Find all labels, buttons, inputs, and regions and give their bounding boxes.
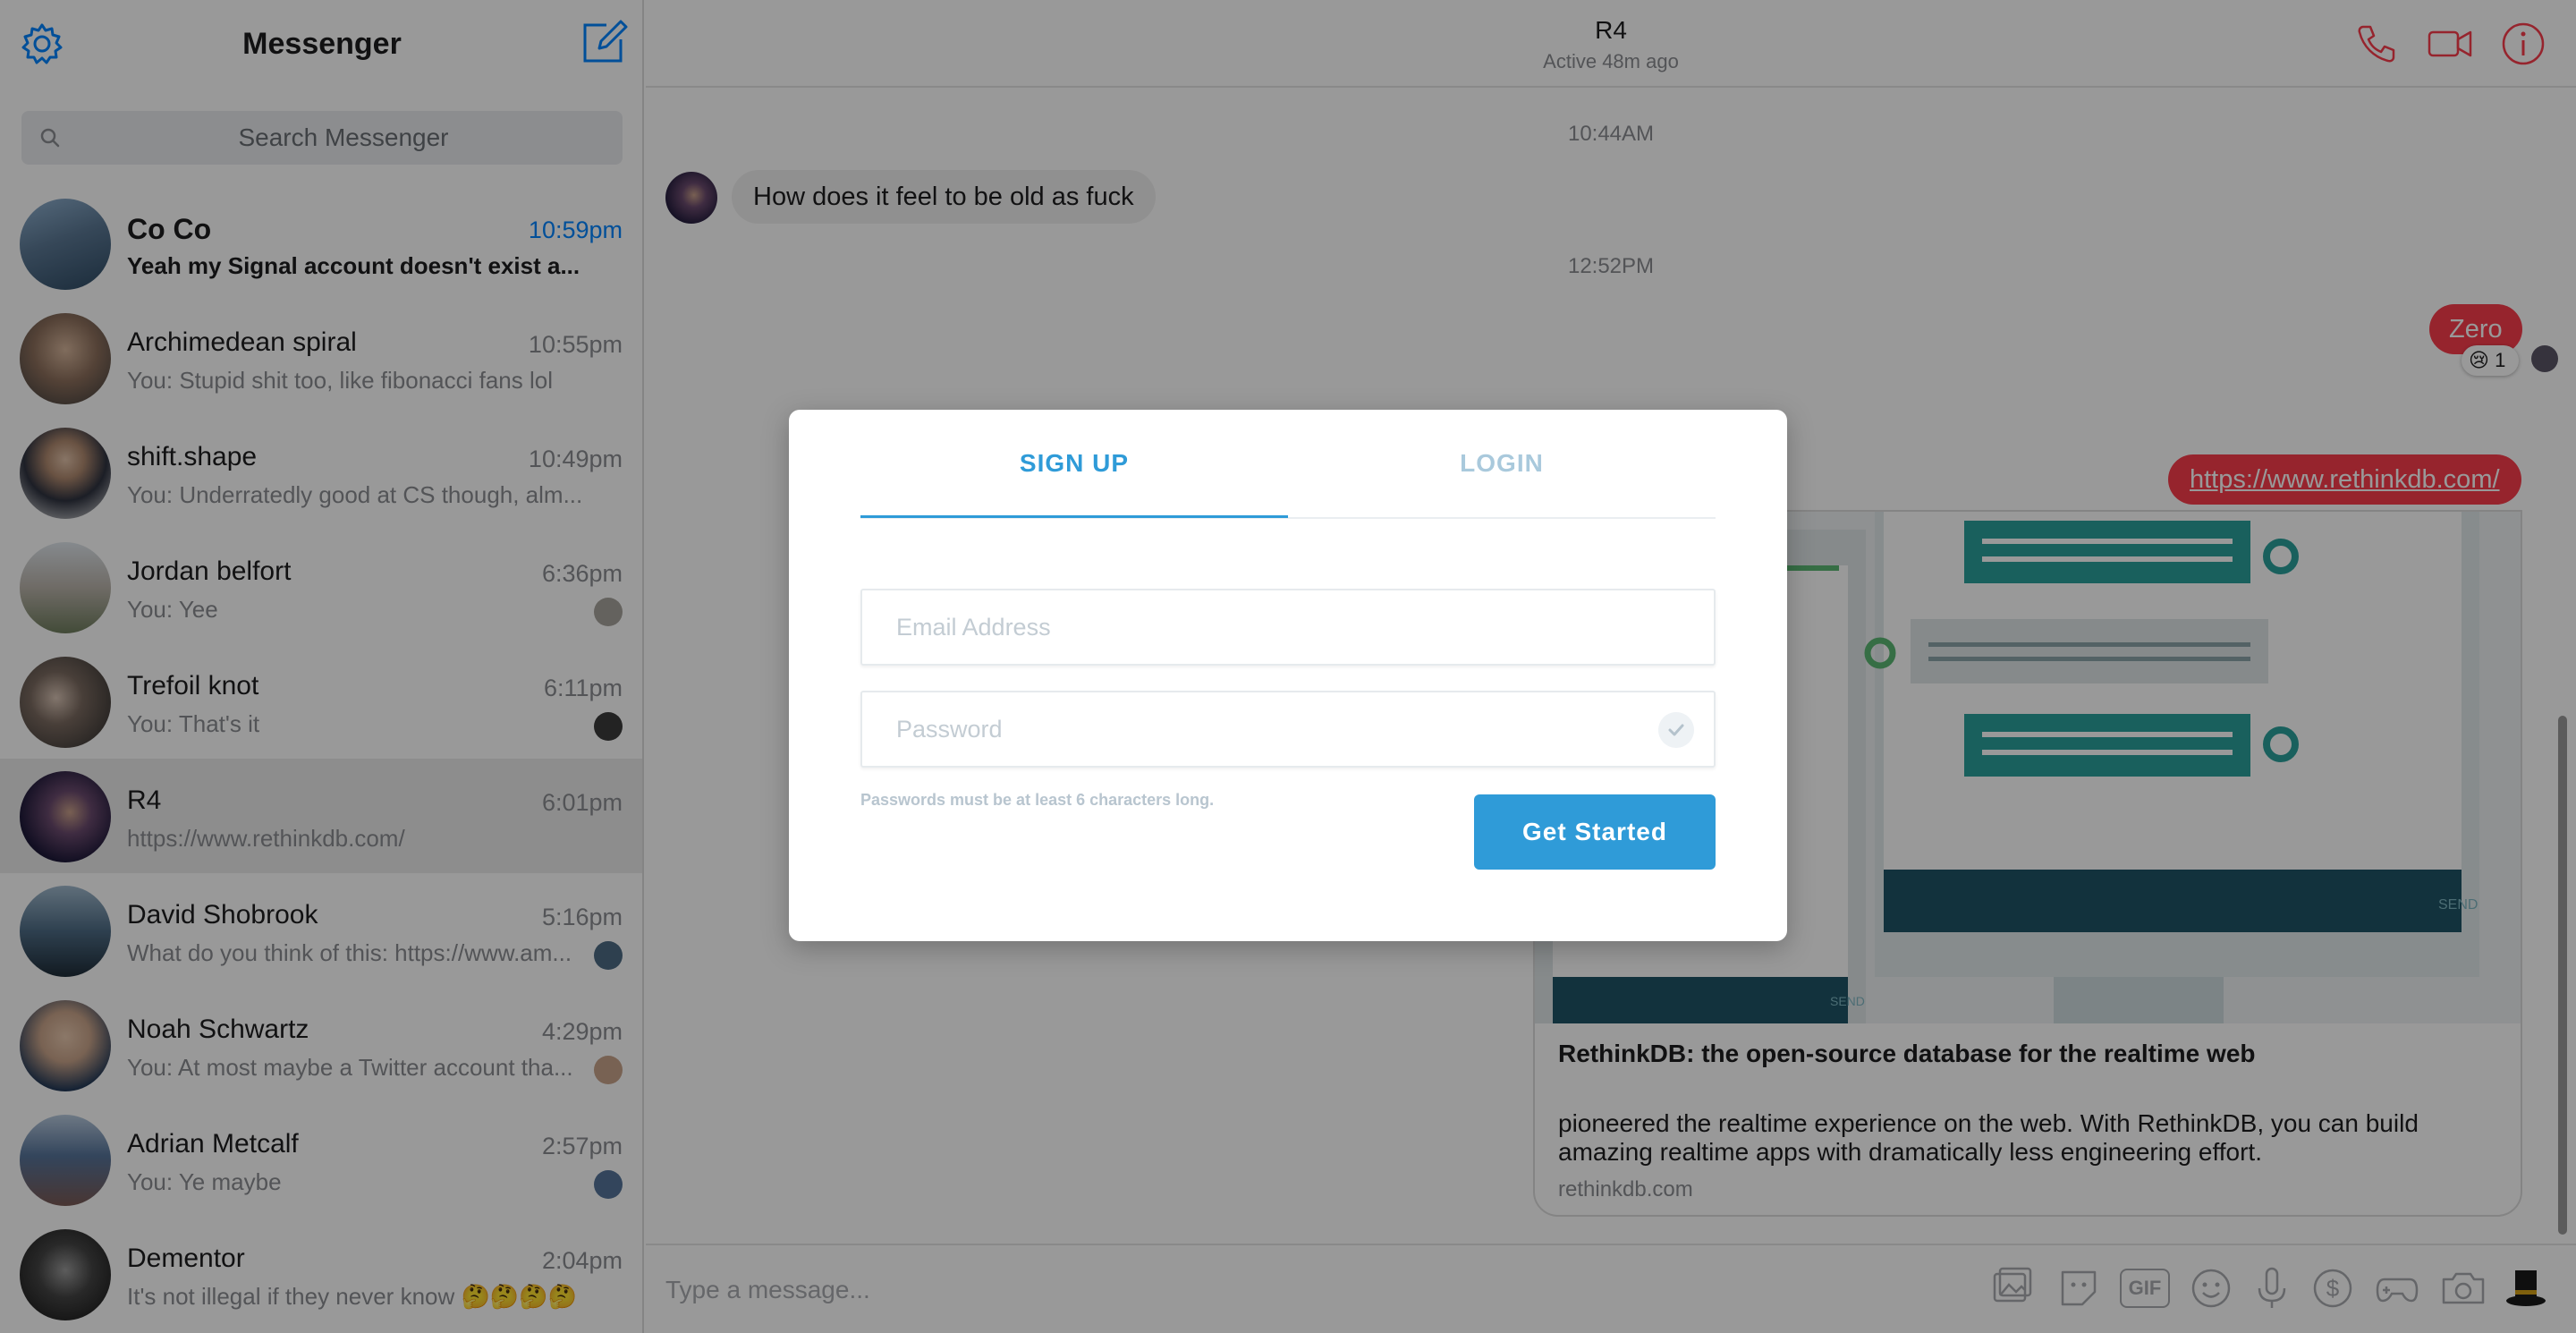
password-hint: Passwords must be at least 6 characters …: [860, 791, 1215, 809]
modal-tabs: SIGN UP LOGIN: [860, 410, 1716, 519]
signup-modal: SIGN UP LOGIN Passwords must be at least…: [789, 410, 1787, 941]
get-started-button[interactable]: Get Started: [1474, 794, 1716, 870]
email-input[interactable]: [862, 590, 1714, 664]
password-input[interactable]: [862, 692, 1714, 766]
password-field: [860, 691, 1716, 768]
active-tab-indicator: [860, 515, 1288, 518]
tab-login[interactable]: LOGIN: [1288, 449, 1716, 478]
email-field: [860, 589, 1716, 666]
tab-sign-up[interactable]: SIGN UP: [860, 449, 1288, 478]
checkmark-icon: [1658, 712, 1694, 748]
